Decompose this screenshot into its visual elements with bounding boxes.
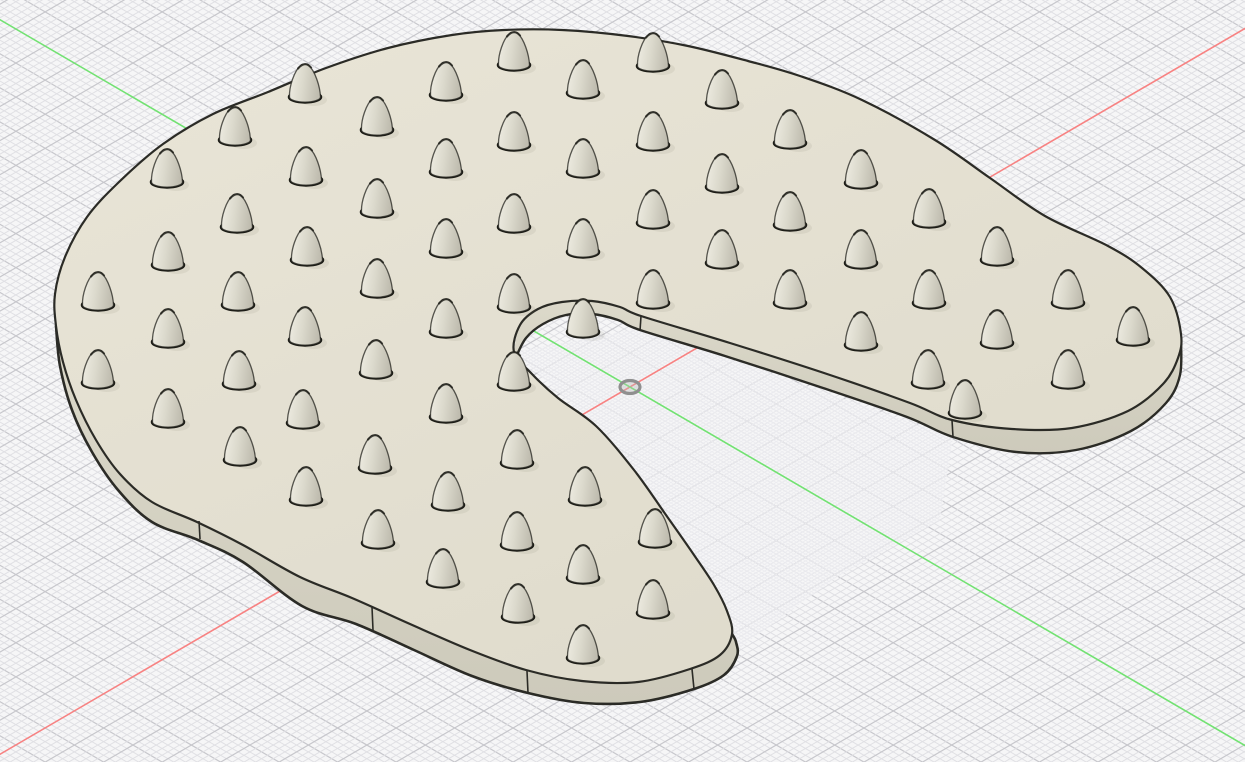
cad-viewport bbox=[0, 0, 1245, 762]
viewport-canvas[interactable] bbox=[0, 0, 1245, 762]
seam-line bbox=[527, 671, 528, 693]
seam-line bbox=[199, 521, 200, 539]
seam-line bbox=[372, 607, 373, 630]
seam-line bbox=[640, 316, 641, 331]
origin-marker[interactable] bbox=[620, 381, 640, 394]
seam-line bbox=[952, 420, 953, 437]
